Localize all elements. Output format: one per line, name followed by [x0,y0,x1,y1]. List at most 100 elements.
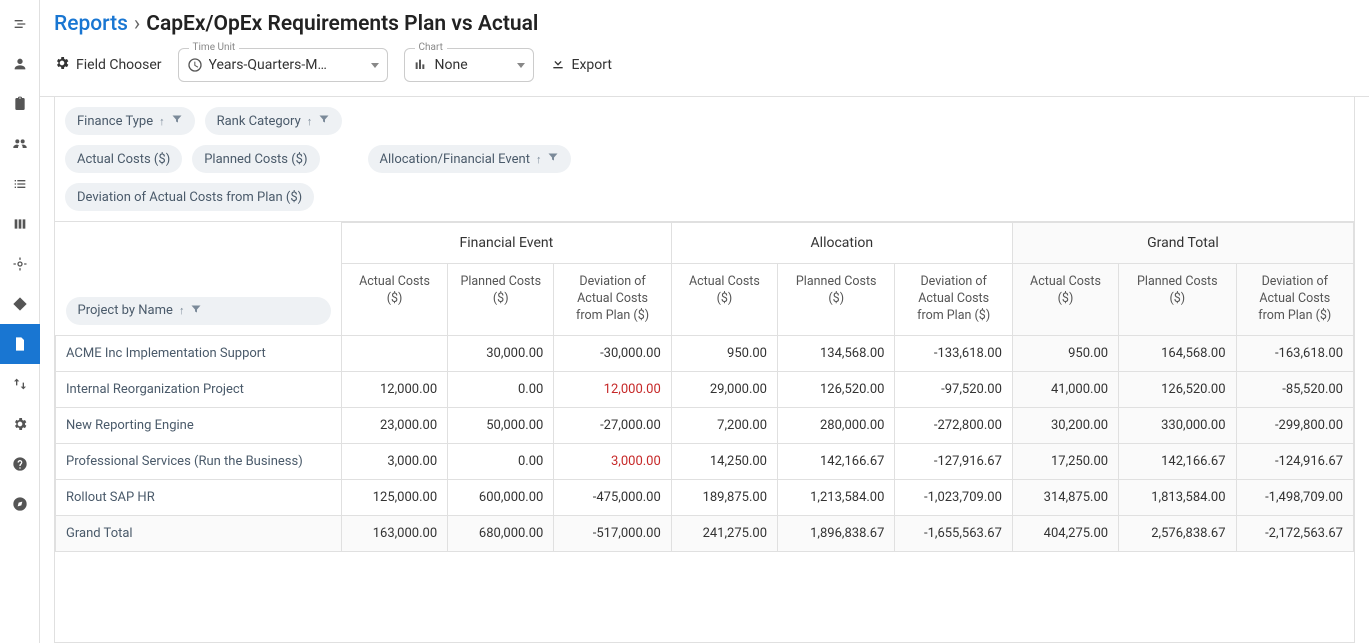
cell-value: 163,000.00 [341,515,447,551]
table-row[interactable]: Rollout SAP HR125,000.00600,000.00-475,0… [56,479,1354,515]
chart-type-select[interactable]: Chart None [404,48,534,82]
chip-planned-costs[interactable]: Planned Costs ($) [192,145,319,173]
cell-value: 314,875.00 [1012,479,1118,515]
row-header-corner: Project by Name ↑ [56,223,342,336]
nav-transfer-icon[interactable] [0,364,40,404]
left-nav [0,0,40,643]
cell-value: 280,000.00 [778,407,895,443]
chip-deviation[interactable]: Deviation of Actual Costs from Plan ($) [65,183,314,211]
col-header[interactable]: Actual Costs ($) [1012,264,1118,336]
cell-value: 600,000.00 [448,479,554,515]
cell-value: -475,000.00 [554,479,671,515]
row-label: New Reporting Engine [56,407,342,443]
row-label: Professional Services (Run the Business) [56,443,342,479]
cell-value: 134,568.00 [778,335,895,371]
nav-clipboard-icon[interactable] [0,84,40,124]
nav-columns-icon[interactable] [0,204,40,244]
breadcrumb: Reports › CapEx/OpEx Requirements Plan v… [40,0,1369,44]
col-header[interactable]: Actual Costs ($) [671,264,777,336]
nav-help-icon[interactable] [0,444,40,484]
chip-finance-type[interactable]: Finance Type↑ [65,107,195,135]
pivot-table: Project by Name ↑ Financial Event Alloca… [55,222,1354,552]
main-area: Reports › CapEx/OpEx Requirements Plan v… [40,0,1369,643]
cell-value: -133,618.00 [895,335,1012,371]
cell-value: 241,275.00 [671,515,777,551]
field-chooser-button[interactable]: Field Chooser [54,55,162,75]
sort-asc-icon: ↑ [179,304,185,317]
cell-value: 41,000.00 [1012,371,1118,407]
col-group-financial-event[interactable]: Financial Event [341,223,671,264]
col-group-allocation[interactable]: Allocation [671,223,1012,264]
measure-chip-row-2: Deviation of Actual Costs from Plan ($) [55,183,1354,221]
table-row[interactable]: ACME Inc Implementation Support30,000.00… [56,335,1354,371]
row-label: Internal Reorganization Project [56,371,342,407]
nav-compass-icon[interactable] [0,484,40,524]
cell-value: -299,800.00 [1236,407,1353,443]
nav-list-icon[interactable] [0,164,40,204]
gear-icon [54,55,70,75]
filter-icon [318,113,330,129]
chip-label: Deviation of Actual Costs from Plan ($) [77,190,302,205]
cell-value: 30,000.00 [448,335,554,371]
chip-rank-category[interactable]: Rank Category↑ [205,107,343,135]
col-group-grand-total[interactable]: Grand Total [1012,223,1353,264]
cell-value: 330,000.00 [1119,407,1236,443]
measure-chip-row: Actual Costs ($) Planned Costs ($) Allocat… [55,145,1354,183]
bar-chart-icon [413,57,429,73]
col-header[interactable]: Deviation of Actual Costs from Plan ($) [895,264,1012,336]
table-row[interactable]: Internal Reorganization Project12,000.00… [56,371,1354,407]
chip-label: Finance Type [77,114,153,129]
col-header[interactable]: Planned Costs ($) [1119,264,1236,336]
chart-type-select-value: None [435,57,468,73]
filter-icon [171,113,183,129]
cell-value: 3,000.00 [554,443,671,479]
col-header[interactable]: Planned Costs ($) [778,264,895,336]
nav-target-icon[interactable] [0,244,40,284]
nav-menu-icon[interactable] [0,4,40,44]
cell-value: -1,655,563.67 [895,515,1012,551]
nav-users-icon[interactable] [0,44,40,84]
nav-group-icon[interactable] [0,124,40,164]
cell-value: 12,000.00 [341,371,447,407]
chevron-down-icon [517,63,525,68]
cell-value: 126,520.00 [1119,371,1236,407]
col-header[interactable]: Deviation of Actual Costs from Plan ($) [1236,264,1353,336]
grand-total-row[interactable]: Grand Total163,000.00680,000.00-517,000.… [56,515,1354,551]
row-label: Grand Total [56,515,342,551]
nav-document-icon[interactable] [0,324,40,364]
chip-label: Project by Name [78,303,173,318]
col-header[interactable]: Actual Costs ($) [341,264,447,336]
table-row[interactable]: New Reporting Engine23,000.0050,000.00-2… [56,407,1354,443]
cell-value: -127,916.67 [895,443,1012,479]
cell-value: 0.00 [448,443,554,479]
cell-value: 142,166.67 [1119,443,1236,479]
filter-icon [547,151,559,167]
col-header[interactable]: Deviation of Actual Costs from Plan ($) [554,264,671,336]
cell-value: -30,000.00 [554,335,671,371]
cell-value: 29,000.00 [671,371,777,407]
cell-value: 1,813,584.00 [1119,479,1236,515]
chip-row-dimension[interactable]: Project by Name ↑ [66,297,331,325]
cell-value: -85,520.00 [1236,371,1353,407]
table-row[interactable]: Professional Services (Run the Business)… [56,443,1354,479]
chip-alloc-fin-event[interactable]: Allocation/Financial Event↑ [368,145,572,173]
page-title: CapEx/OpEx Requirements Plan vs Actual [146,12,538,36]
nav-settings-icon[interactable] [0,404,40,444]
cell-value: 164,568.00 [1119,335,1236,371]
nav-diamond-icon[interactable] [0,284,40,324]
chip-label: Allocation/Financial Event [380,152,530,167]
chip-actual-costs[interactable]: Actual Costs ($) [65,145,182,173]
time-unit-select[interactable]: Time Unit Years-Quarters-M… [178,48,388,82]
cell-value: -1,023,709.00 [895,479,1012,515]
chevron-down-icon [371,63,379,68]
col-header[interactable]: Planned Costs ($) [448,264,554,336]
export-button[interactable]: Export [550,55,612,75]
cell-value: -124,916.67 [1236,443,1353,479]
filter-icon [190,303,202,319]
cell-value: 680,000.00 [448,515,554,551]
breadcrumb-root-link[interactable]: Reports [54,12,128,36]
chip-label: Planned Costs ($) [204,152,307,167]
cell-value: 189,875.00 [671,479,777,515]
pivot-grid[interactable]: Project by Name ↑ Financial Event Alloca… [54,222,1355,643]
cell-value: 2,576,838.67 [1119,515,1236,551]
